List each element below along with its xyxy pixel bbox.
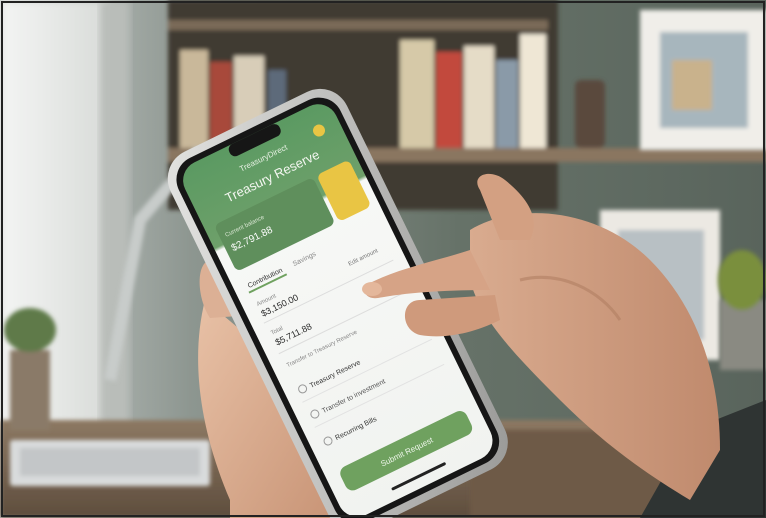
laptop [10,440,210,486]
photo-scene: TreasuryDirect Treasury Reserve Current … [0,0,766,518]
scene-illustration: TreasuryDirect Treasury Reserve Current … [0,0,766,518]
fingertip [362,282,382,296]
